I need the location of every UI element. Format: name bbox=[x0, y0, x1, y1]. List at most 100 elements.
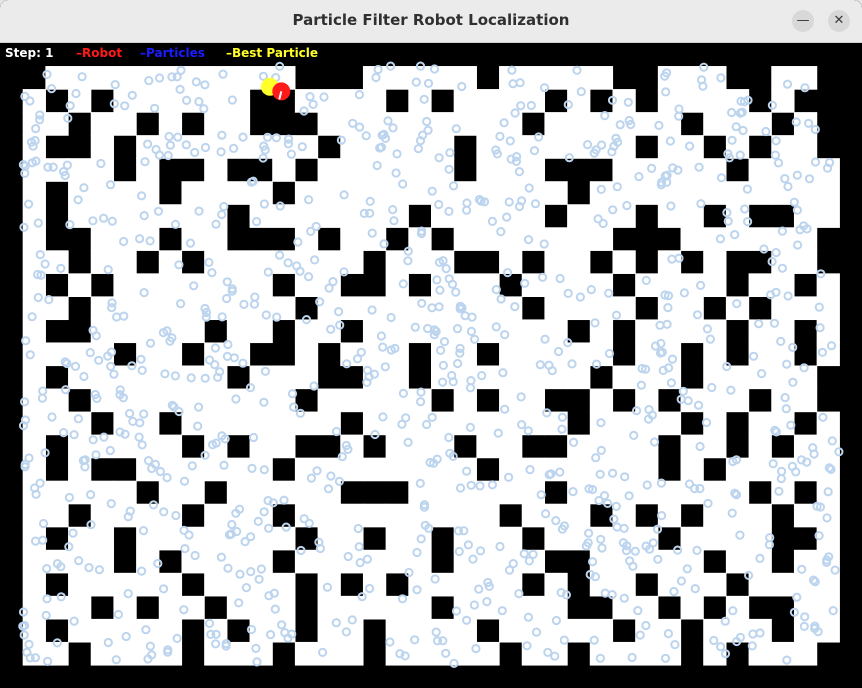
free-cell bbox=[703, 112, 727, 136]
free-cell bbox=[431, 480, 455, 505]
free-cell bbox=[294, 641, 319, 666]
free-cell bbox=[362, 572, 387, 597]
free-cell bbox=[476, 296, 500, 321]
free-cell bbox=[113, 641, 137, 666]
free-cell bbox=[113, 204, 137, 228]
free-cell bbox=[771, 296, 795, 321]
free-cell bbox=[476, 549, 500, 574]
free-cell bbox=[680, 434, 704, 459]
free-cell bbox=[317, 250, 341, 274]
free-cell bbox=[408, 434, 432, 459]
free-cell bbox=[680, 526, 704, 551]
free-cell bbox=[249, 434, 273, 459]
free-cell bbox=[181, 526, 205, 551]
free-cell bbox=[317, 411, 341, 436]
title-bar[interactable]: Particle Filter Robot Localization — ✕ bbox=[0, 0, 862, 43]
free-cell bbox=[521, 204, 546, 228]
free-cell bbox=[22, 503, 46, 528]
free-cell bbox=[68, 549, 92, 574]
free-cell bbox=[226, 112, 251, 136]
free-cell bbox=[771, 572, 795, 597]
free-cell bbox=[476, 112, 500, 136]
free-cell bbox=[45, 388, 69, 413]
free-cell bbox=[272, 296, 296, 321]
free-cell bbox=[476, 158, 500, 182]
free-cell bbox=[317, 158, 341, 182]
step-counter: Step: 1 bbox=[5, 46, 54, 60]
free-cell bbox=[45, 641, 69, 666]
free-cell bbox=[408, 388, 432, 413]
free-cell bbox=[635, 319, 659, 344]
free-cell bbox=[499, 434, 523, 459]
free-cell bbox=[340, 296, 364, 321]
free-cell bbox=[793, 388, 818, 413]
app-window: Particle Filter Robot Localization — ✕ S… bbox=[0, 0, 862, 688]
free-cell bbox=[181, 273, 205, 297]
free-cell bbox=[499, 342, 523, 367]
free-cell bbox=[204, 411, 228, 436]
free-cell bbox=[408, 526, 432, 551]
free-cell bbox=[113, 181, 137, 205]
free-cell bbox=[431, 503, 455, 528]
free-cell bbox=[90, 526, 115, 551]
free-cell bbox=[136, 388, 160, 413]
free-cell bbox=[657, 204, 682, 228]
free-cell bbox=[544, 181, 568, 205]
free-cell bbox=[90, 112, 115, 136]
free-cell bbox=[136, 572, 160, 597]
free-cell bbox=[612, 250, 636, 274]
free-cell bbox=[113, 250, 137, 274]
free-cell bbox=[816, 181, 840, 205]
free-cell bbox=[567, 204, 591, 228]
free-cell bbox=[181, 181, 205, 205]
free-cell bbox=[204, 181, 228, 205]
free-cell bbox=[249, 319, 273, 344]
free-cell bbox=[204, 572, 228, 597]
free-cell bbox=[340, 388, 364, 413]
free-cell bbox=[45, 480, 69, 505]
free-cell bbox=[340, 204, 364, 228]
free-cell bbox=[816, 480, 840, 505]
free-cell bbox=[362, 342, 387, 367]
free-cell bbox=[136, 296, 160, 321]
free-cell bbox=[748, 342, 772, 367]
free-cell bbox=[589, 319, 614, 344]
free-cell bbox=[22, 572, 46, 597]
free-cell bbox=[771, 411, 795, 436]
free-cell bbox=[635, 342, 659, 367]
free-cell bbox=[294, 342, 319, 367]
free-cell bbox=[544, 135, 568, 159]
free-cell bbox=[90, 227, 115, 251]
free-cell bbox=[181, 89, 205, 113]
free-cell bbox=[703, 342, 727, 367]
free-cell bbox=[635, 480, 659, 505]
free-cell bbox=[476, 411, 500, 436]
free-cell bbox=[226, 457, 251, 482]
free-cell bbox=[703, 572, 727, 597]
close-button[interactable]: ✕ bbox=[828, 10, 850, 32]
free-cell bbox=[680, 319, 704, 344]
free-cell bbox=[204, 503, 228, 528]
free-cell bbox=[340, 227, 364, 251]
free-cell bbox=[499, 618, 523, 643]
free-cell bbox=[294, 365, 319, 390]
minimize-button[interactable]: — bbox=[792, 10, 814, 32]
free-cell bbox=[158, 342, 183, 367]
free-cell bbox=[68, 181, 92, 205]
free-cell bbox=[521, 480, 546, 505]
free-cell bbox=[567, 365, 591, 390]
free-cell bbox=[499, 227, 523, 251]
free-cell bbox=[68, 204, 92, 228]
free-cell bbox=[567, 618, 591, 643]
free-cell bbox=[272, 388, 296, 413]
free-cell bbox=[317, 89, 341, 113]
free-cell bbox=[431, 66, 455, 90]
free-cell bbox=[703, 250, 727, 274]
free-cell bbox=[521, 388, 546, 413]
free-cell bbox=[317, 503, 341, 528]
free-cell bbox=[158, 273, 183, 297]
free-cell bbox=[181, 595, 205, 620]
free-cell bbox=[589, 411, 614, 436]
free-cell bbox=[748, 411, 772, 436]
free-cell bbox=[226, 411, 251, 436]
